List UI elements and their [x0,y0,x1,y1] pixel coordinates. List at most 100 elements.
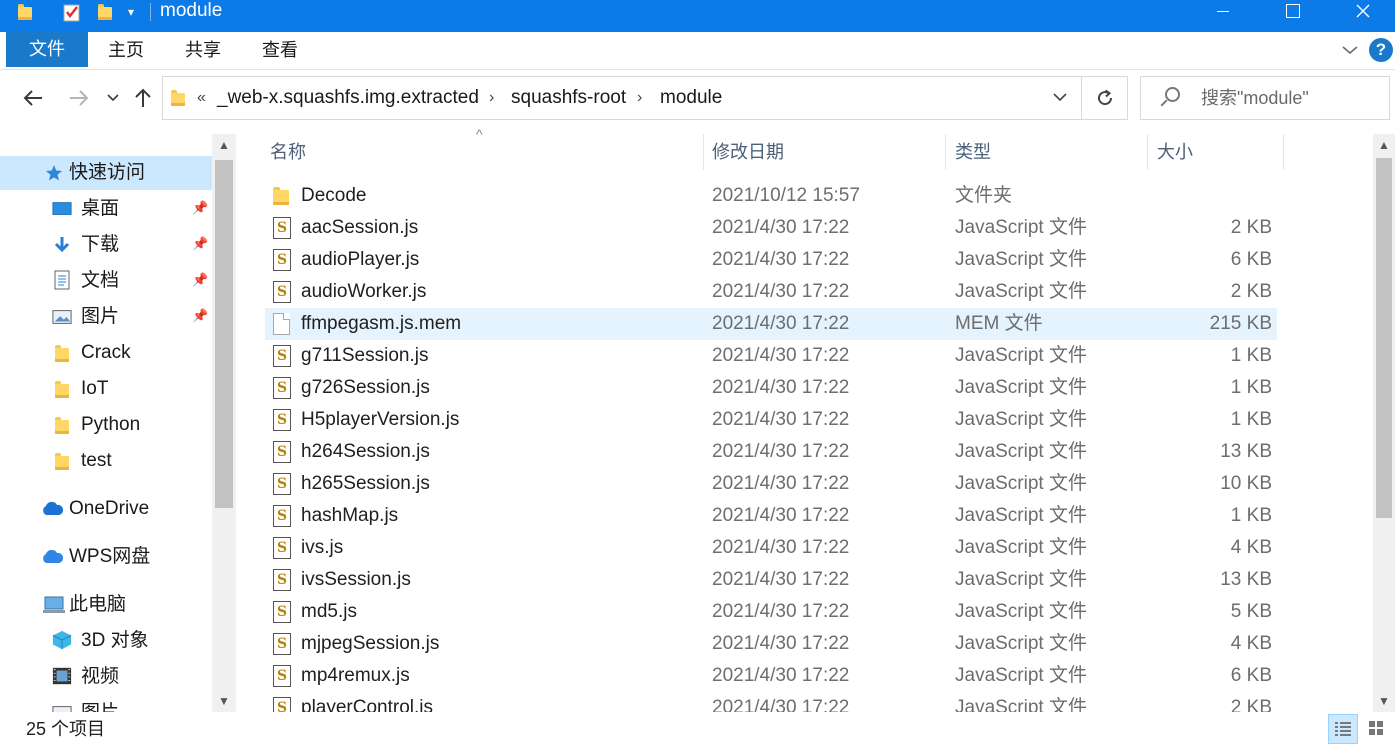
address-overflow[interactable]: « [197,77,206,119]
file-row[interactable]: Sivs.js 2021/4/30 17:22 JavaScript 文件 4 KB [265,532,1277,564]
sidebar-item-this-pc[interactable]: 此电脑 [0,588,212,622]
sidebar-item-iot[interactable]: IoT [0,372,212,406]
expand-ribbon-button[interactable] [1338,36,1362,64]
javascript-file-icon: S [273,441,293,463]
scroll-up-icon[interactable]: ▲ [212,134,236,156]
javascript-file-icon: S [273,665,293,687]
cloud-icon [40,548,64,566]
sidebar-item-pictures-pc[interactable]: 图片 [0,696,212,712]
sidebar-item-onedrive[interactable]: OneDrive [0,492,212,526]
column-divider[interactable] [1147,134,1148,170]
scroll-up-icon[interactable]: ▲ [1373,134,1395,156]
file-row[interactable]: Decode 2021/10/12 15:57 文件夹 [265,180,1277,212]
sidebar-item-pictures[interactable]: 图片 📌 [0,300,212,334]
file-row[interactable]: Sh265Session.js 2021/4/30 17:22 JavaScript… [265,468,1277,500]
scroll-down-icon[interactable]: ▼ [1373,690,1395,712]
large-icons-view-icon [1369,721,1383,735]
file-row[interactable]: SaacSession.js 2021/4/30 17:22 JavaScript … [265,212,1277,244]
sidebar-item-documents[interactable]: 文档 📌 [0,264,212,298]
column-header-type[interactable]: 类型 [955,126,991,178]
file-name: ivs.js [301,537,344,558]
chevron-down-icon [1342,46,1358,54]
breadcrumb-squashfs-root[interactable]: squashfs-root [511,77,626,119]
sidebar-item-label: 下载 [81,234,120,255]
close-button[interactable] [1340,0,1386,22]
sidebar-item-python[interactable]: Python [0,408,212,442]
chevron-down-icon [107,94,119,102]
properties-icon[interactable] [58,0,86,24]
file-row[interactable]: Smd5.js 2021/4/30 17:22 JavaScript 文件 5 KB [265,596,1277,628]
breadcrumb-extracted[interactable]: _web-x.squashfs.img.extracted [217,77,479,119]
refresh-button[interactable] [1081,77,1128,119]
column-header-date[interactable]: 修改日期 [712,126,784,178]
file-list-scrollbar[interactable]: ▲ ▼ [1373,134,1395,712]
sidebar-item-quick-access[interactable]: 快速访问 [0,156,212,190]
sidebar-item-label: IoT [81,378,109,399]
file-name: hashMap.js [301,505,399,526]
explorer-folder-icon[interactable] [14,0,36,24]
sidebar-item-3d-objects[interactable]: 3D 对象 [0,624,212,658]
file-row[interactable]: ffmpegasm.js.mem 2021/4/30 17:22 MEM 文件 215… [265,308,1277,340]
forward-button[interactable] [64,84,94,112]
customize-toolbar-icon[interactable]: ▾ [120,0,142,24]
tab-file[interactable]: 文件 [6,32,88,67]
file-row[interactable]: ShashMap.js 2021/4/30 17:22 JavaScript 文件 1… [265,500,1277,532]
address-bar[interactable]: « _web-x.squashfs.img.extracted › squash… [162,76,1128,120]
breadcrumb-separator[interactable]: › [489,77,494,119]
file-type: JavaScript 文件 [955,601,1087,622]
folder-icon [55,345,69,362]
file-row[interactable]: SmjpegSession.js 2021/4/30 17:22 JavaScrip… [265,628,1277,660]
file-type: JavaScript 文件 [955,281,1087,302]
file-row[interactable]: Smp4remux.js 2021/4/30 17:22 JavaScript 文件… [265,660,1277,692]
minimize-button[interactable] [1200,0,1246,22]
file-row[interactable]: SaudioWorker.js 2021/4/30 17:22 JavaScript… [265,276,1277,308]
back-button[interactable] [18,84,48,112]
large-icons-view-button[interactable] [1362,714,1392,744]
file-date: 2021/4/30 17:22 [712,409,850,430]
scrollbar-thumb[interactable] [215,160,233,508]
file-row[interactable]: Sg726Session.js 2021/4/30 17:22 JavaScript… [265,372,1277,404]
file-size: 2 KB [1230,281,1272,302]
folder-icon [273,185,293,207]
sidebar-item-test[interactable]: test [0,444,212,478]
sidebar-item-downloads[interactable]: 下载 📌 [0,228,212,262]
help-icon: ? [1369,38,1393,62]
tab-home[interactable]: 主页 [108,32,144,67]
search-box[interactable]: 搜索"module" [1140,76,1390,120]
column-header-size[interactable]: 大小 [1157,126,1193,178]
help-button[interactable]: ? [1368,36,1394,64]
file-row[interactable]: SaudioPlayer.js 2021/4/30 17:22 JavaScript… [265,244,1277,276]
breadcrumb-separator[interactable]: › [637,77,642,119]
tab-view[interactable]: 查看 [262,32,298,67]
details-view-button[interactable] [1328,714,1358,744]
tab-share[interactable]: 共享 [185,32,221,67]
file-row[interactable]: Sh264Session.js 2021/4/30 17:22 JavaScript… [265,436,1277,468]
file-type: JavaScript 文件 [955,537,1087,558]
sidebar-item-videos[interactable]: 视频 [0,660,212,694]
file-row[interactable]: SplayerControl.js 2021/4/30 17:22 JavaScri… [265,692,1277,712]
scrollbar-thumb[interactable] [1376,158,1392,518]
file-row[interactable]: Sg711Session.js 2021/4/30 17:22 JavaScript… [265,340,1277,372]
sidebar-item-desktop[interactable]: 桌面 📌 [0,192,212,226]
breadcrumb-module[interactable]: module [660,77,722,119]
search-icon [1159,87,1180,107]
sidebar-item-crack[interactable]: Crack [0,336,212,370]
up-button[interactable] [130,84,156,112]
recent-locations-button[interactable] [104,84,122,112]
scroll-down-icon[interactable]: ▼ [212,690,236,712]
column-divider[interactable] [1283,134,1284,170]
maximize-button[interactable] [1270,0,1316,22]
sidebar-item-wps-drive[interactable]: WPS网盘 [0,540,212,574]
new-folder-icon[interactable] [94,0,116,24]
column-divider[interactable] [945,134,946,170]
file-size [1102,180,1272,212]
address-dropdown-button[interactable] [1045,77,1075,119]
navigation-pane-scrollbar[interactable]: ▲ ▼ [212,134,236,712]
javascript-file-icon: S [273,633,293,655]
file-row[interactable]: S H5playerVersion.js 2021/4/30 17:22 JavaSc… [265,404,1277,436]
column-header-name[interactable]: 名称 [270,126,306,178]
column-divider[interactable] [703,134,704,170]
sidebar-item-label: 快速访问 [69,162,146,183]
file-size: 6 KB [1230,249,1272,270]
file-row[interactable]: SivsSession.js 2021/4/30 17:22 JavaScript … [265,564,1277,596]
